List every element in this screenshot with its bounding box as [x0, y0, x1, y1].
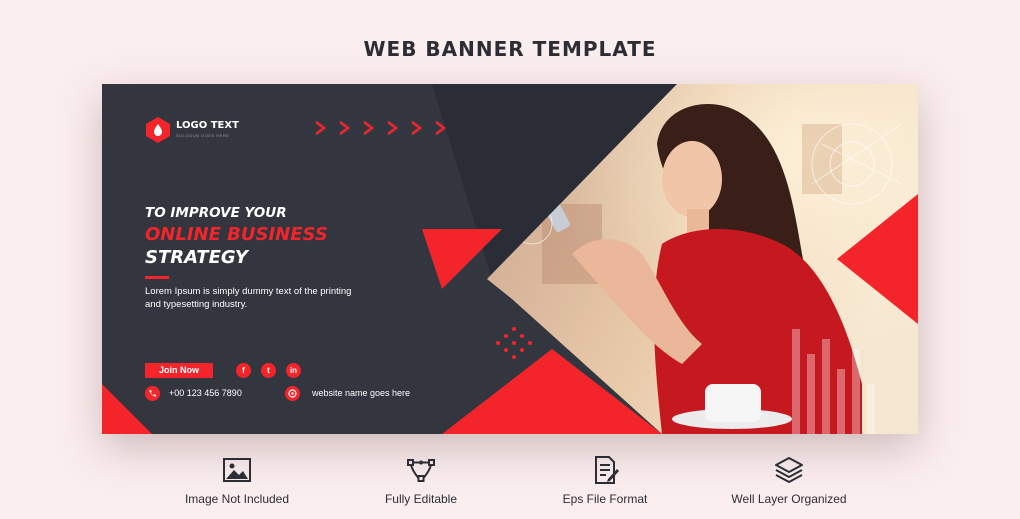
feature-label: Well Layer Organized	[731, 492, 847, 506]
image-icon	[223, 458, 251, 482]
facebook-icon[interactable]: f	[236, 363, 251, 378]
feature-eps-file-format: Eps File Format	[505, 455, 705, 506]
linkedin-icon[interactable]: in	[286, 363, 301, 378]
chevrons-icon	[315, 121, 447, 135]
headline-underline	[145, 276, 169, 279]
web-banner: LOGO TEXT SOLOGUN GOES HERE TO IMPROVE Y…	[102, 84, 918, 434]
headline-line3: STRATEGY	[145, 247, 248, 268]
file-format-icon	[595, 456, 619, 484]
body-line1: Lorem Ipsum is simply dummy text of the …	[145, 286, 352, 297]
feature-fully-editable: Fully Editable	[321, 455, 521, 506]
headline-line1: TO IMPROVE YOUR	[145, 205, 287, 221]
phone-icon	[145, 386, 160, 401]
web-icon	[285, 386, 300, 401]
feature-label: Image Not Included	[184, 492, 290, 506]
feature-label: Fully Editable	[384, 492, 458, 506]
layers-icon	[775, 457, 803, 483]
body-text: Lorem Ipsum is simply dummy text of the …	[145, 285, 395, 311]
feature-list: Image Not Included Fully Editable Eps Fi…	[0, 455, 1020, 515]
headline-line2: ONLINE BUSINESS	[145, 224, 328, 245]
vector-edit-icon	[407, 459, 435, 482]
logo-hexagon-icon	[146, 117, 170, 143]
page-title: WEB BANNER TEMPLATE	[363, 37, 657, 61]
join-now-button[interactable]: Join Now	[145, 363, 213, 378]
feature-image-not-included: Image Not Included	[137, 455, 337, 506]
feature-label: Eps File Format	[562, 492, 648, 506]
logo-slogan: SOLOGUN GOES HERE	[176, 133, 230, 138]
website-text: website name goes here	[312, 388, 411, 398]
logo-text: LOGO TEXT	[176, 120, 239, 131]
phone-number: +00 123 456 7890	[169, 388, 242, 398]
body-line2: and typesetting industry.	[145, 299, 248, 310]
feature-well-layer-organized: Well Layer Organized	[689, 455, 889, 506]
twitter-icon[interactable]: t	[261, 363, 276, 378]
dot-cluster	[496, 327, 532, 359]
